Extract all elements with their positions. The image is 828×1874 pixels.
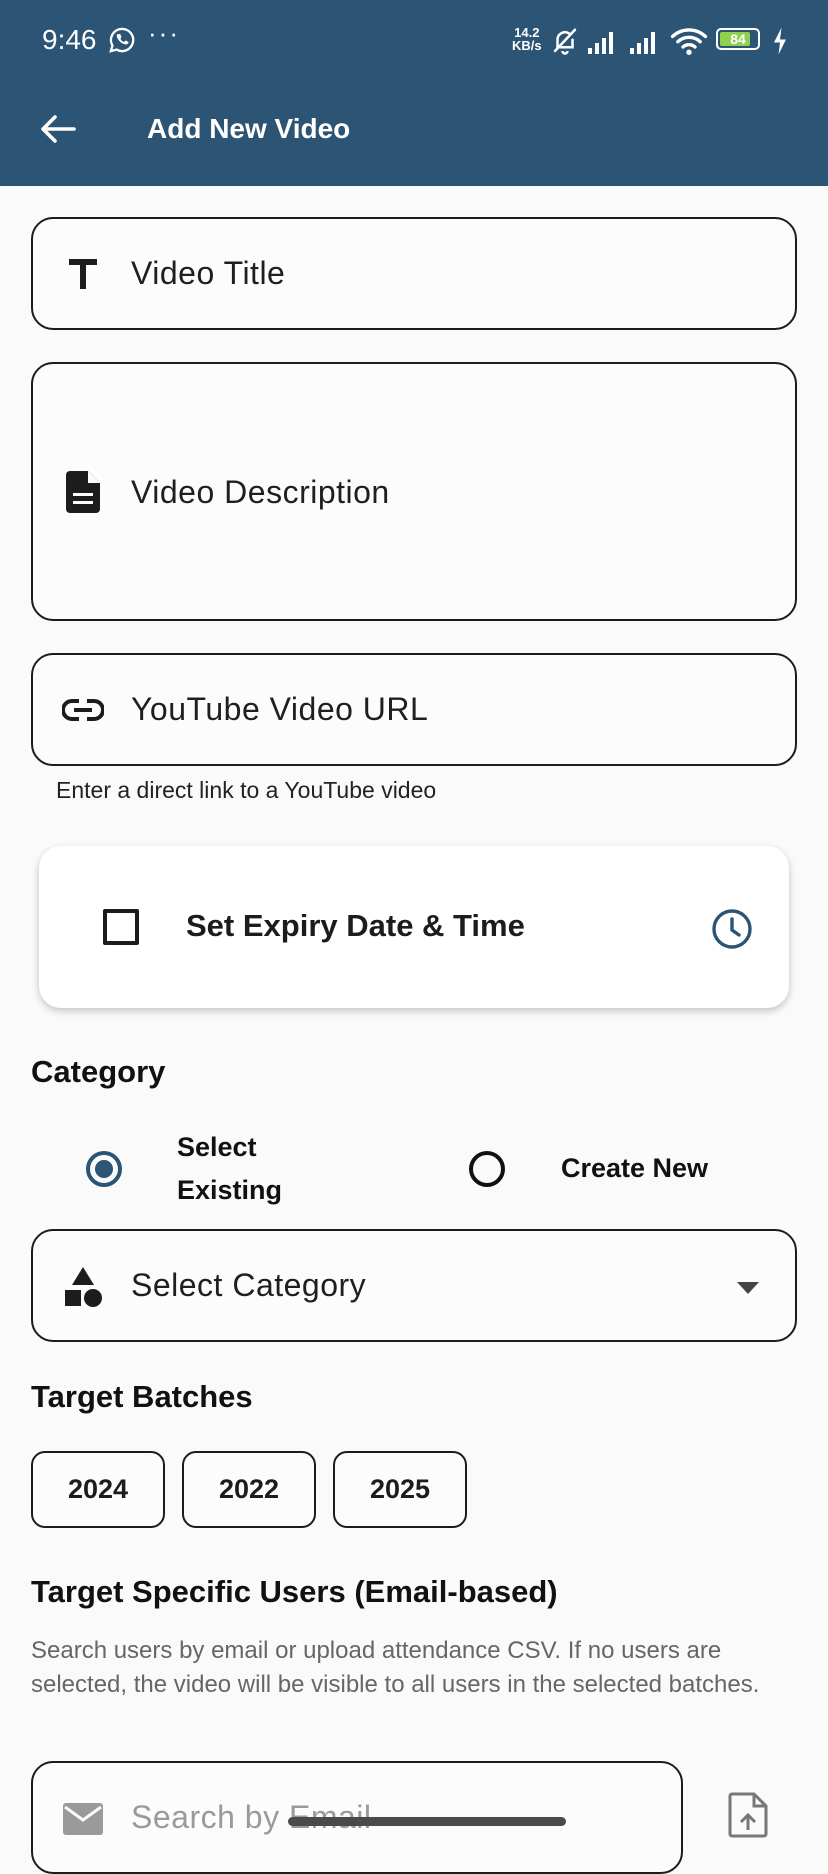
clock-icon[interactable] [711,908,753,950]
page-title: Add New Video [147,113,351,144]
video-description-placeholder: Video Description [131,474,390,510]
video-title-input[interactable]: Video Title [31,217,797,330]
batch-chip-2024[interactable]: 2024 [31,1451,165,1528]
status-time: 9:46 [42,24,97,55]
signal-icon-1 [588,32,613,54]
target-users-description: Search users by email or upload attendan… [31,1637,760,1698]
email-icon [61,1797,105,1841]
batch-chip-2025[interactable]: 2025 [333,1451,467,1528]
network-speed: 14.2 KB/s [512,25,542,53]
back-arrow-icon[interactable] [38,112,78,146]
text-title-icon [61,252,105,296]
charging-bolt-icon [774,27,786,55]
wifi-icon [670,28,708,55]
target-batches-section-title: Target Batches [31,1379,253,1414]
radio-select-existing[interactable] [86,1151,122,1187]
battery-level-label: 84 [730,31,746,47]
video-title-placeholder: Video Title [131,255,286,291]
expiry-checkbox[interactable] [103,909,139,945]
app-bar: 9:46 ··· 14.2 KB/s 84 Add New Video [0,0,828,186]
radio-create-new-label[interactable]: Create New [561,1147,708,1190]
youtube-url-helper-text: Enter a direct link to a YouTube video [56,777,437,803]
category-shapes-icon [61,1264,105,1308]
youtube-url-placeholder: YouTube Video URL [131,691,429,727]
category-dropdown[interactable]: Select Category [31,1229,797,1342]
dropdown-arrow-icon [737,1282,759,1294]
batch-chip-2022[interactable]: 2022 [182,1451,316,1528]
category-section-title: Category [31,1054,166,1089]
video-description-input[interactable]: Video Description [31,362,797,621]
expiry-label: Set Expiry Date & Time [186,908,525,943]
youtube-url-input[interactable]: YouTube Video URL [31,653,797,766]
status-more-dots: ··· [148,18,180,48]
upload-file-icon[interactable] [728,1792,768,1838]
radio-select-existing-label[interactable]: Select Existing [177,1126,282,1212]
whatsapp-icon [109,27,135,53]
document-icon [61,470,105,514]
link-icon [61,688,105,732]
bell-muted-icon [553,28,577,55]
battery-icon: 84 [716,28,760,50]
category-dropdown-placeholder: Select Category [131,1267,367,1303]
target-users-section-title: Target Specific Users (Email-based) [31,1574,558,1609]
home-indicator[interactable] [288,1817,566,1826]
radio-create-new[interactable] [469,1151,505,1187]
expiry-card[interactable]: Set Expiry Date & Time [39,846,789,1008]
signal-icon-2 [630,32,655,54]
